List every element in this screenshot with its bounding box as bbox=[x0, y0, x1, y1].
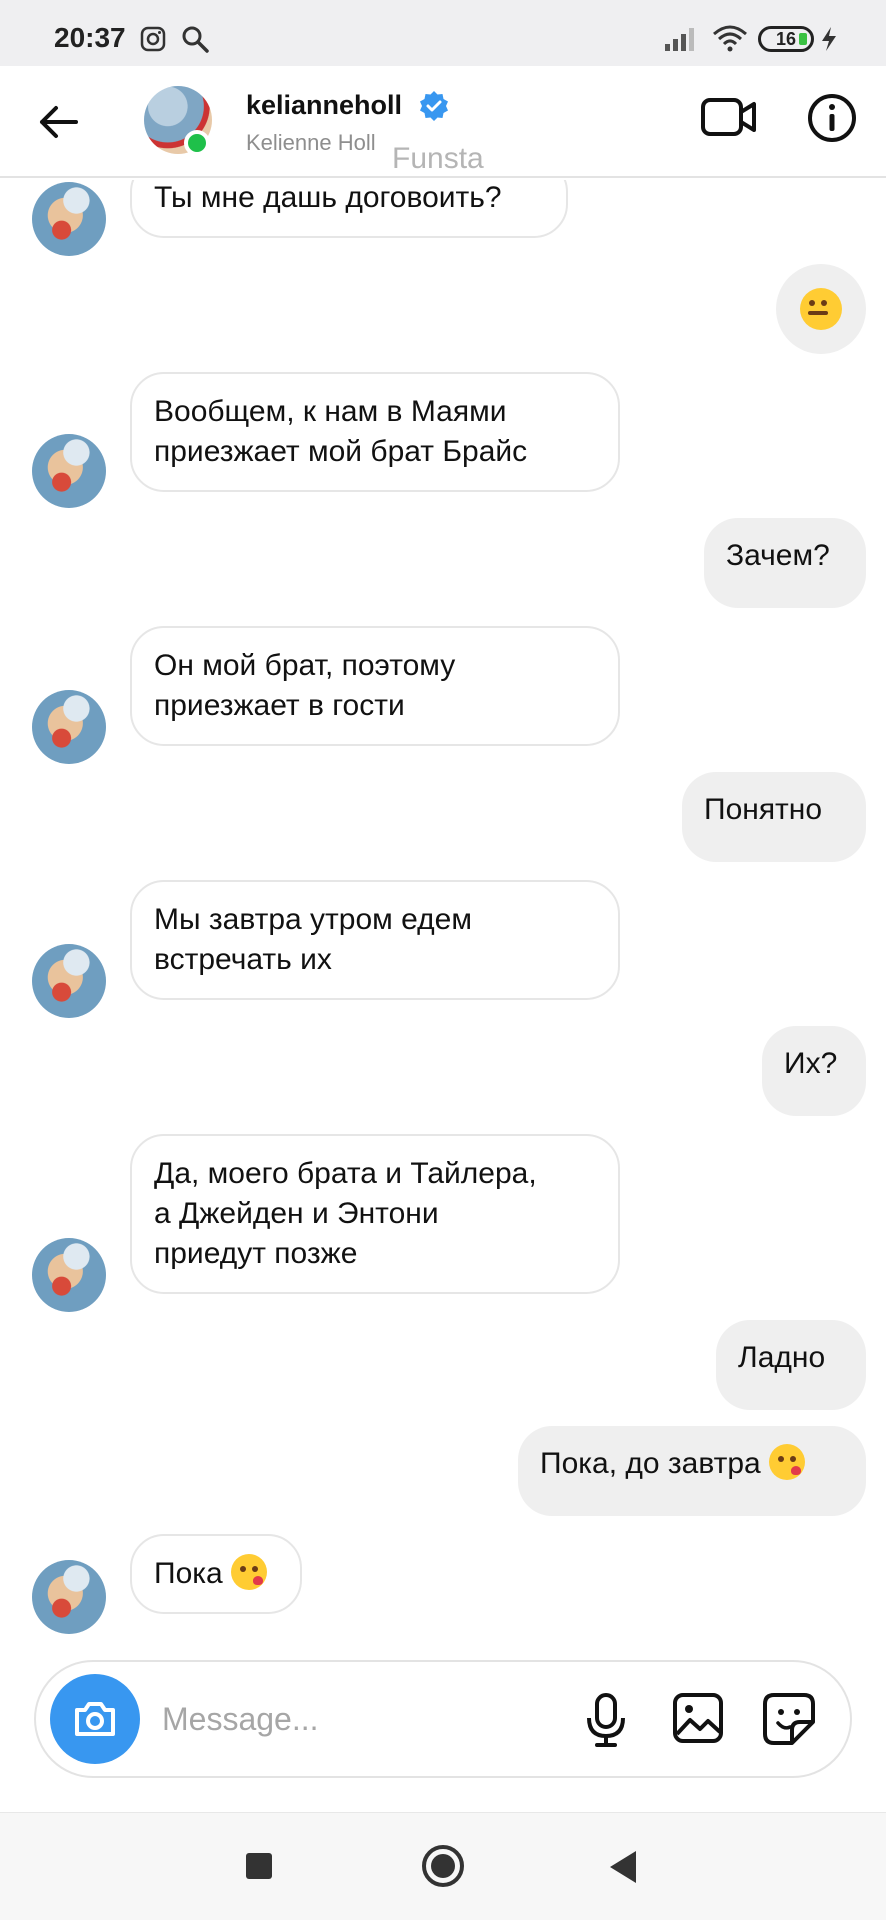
gallery-icon[interactable] bbox=[672, 1692, 724, 1749]
watermark: Funsta bbox=[392, 142, 484, 175]
info-icon[interactable] bbox=[806, 92, 858, 149]
video-call-icon[interactable] bbox=[700, 92, 758, 147]
signal-icon bbox=[664, 26, 700, 57]
message-bubble-incoming[interactable]: Ты мне дашь договоить? bbox=[130, 180, 568, 238]
verified-badge-icon bbox=[418, 90, 450, 127]
status-bar: 20:37 16 bbox=[0, 0, 886, 66]
message-bubble-incoming[interactable]: Он мой брат, поэтому приезжает в гости bbox=[130, 626, 620, 746]
message-text: Ты мне дашь договоить? bbox=[154, 181, 502, 214]
sender-avatar[interactable] bbox=[32, 434, 106, 508]
wifi-icon bbox=[712, 24, 748, 57]
message-bubble-outgoing[interactable]: Зачем? bbox=[704, 518, 866, 608]
message-text: Ладно bbox=[738, 1341, 826, 1374]
message-text-line: Вообщем, к нам в Маями bbox=[154, 395, 507, 428]
sender-avatar[interactable] bbox=[32, 1238, 106, 1312]
message-bubble-outgoing[interactable] bbox=[776, 264, 866, 354]
back-arrow-icon[interactable] bbox=[30, 94, 86, 150]
chat-header: kelianneholl Kelienne Holl Funsta bbox=[0, 66, 886, 178]
message-composer bbox=[34, 1660, 852, 1778]
message-text: Пока, до завтра bbox=[540, 1447, 761, 1480]
chat-full-name: Kelienne Holl bbox=[246, 130, 376, 155]
message-bubble-incoming[interactable]: Вообщем, к нам в Маями приезжает мой бра… bbox=[130, 372, 620, 492]
recents-button[interactable] bbox=[246, 1853, 272, 1879]
message-text: Понятно bbox=[704, 793, 823, 826]
message-text-line: Мы завтра утром едем bbox=[154, 903, 472, 936]
home-button[interactable] bbox=[422, 1845, 464, 1887]
sticker-icon[interactable] bbox=[762, 1692, 816, 1751]
message-bubble-outgoing[interactable]: Понятно bbox=[682, 772, 866, 862]
sender-avatar[interactable] bbox=[32, 1560, 106, 1634]
message-bubble-outgoing[interactable]: Ладно bbox=[716, 1320, 866, 1410]
message-input[interactable] bbox=[162, 1692, 562, 1746]
message-text-line: приезжает мой брат Брайс bbox=[154, 435, 528, 468]
message-text-line: приезжает в гости bbox=[154, 689, 405, 722]
message-bubble-incoming[interactable]: Мы завтра утром едем встречать их bbox=[130, 880, 620, 1000]
kissing-face-emoji-icon bbox=[231, 1554, 268, 1590]
status-time: 20:37 bbox=[54, 22, 126, 53]
charging-icon bbox=[820, 26, 838, 57]
message-bubble-outgoing[interactable]: Их? bbox=[762, 1026, 866, 1116]
message-text-line: приедут позже bbox=[154, 1237, 358, 1270]
zipper-mouth-emoji-icon bbox=[800, 288, 842, 330]
message-thread[interactable]: Ты мне дашь договоить? Вообщем, к нам в … bbox=[0, 180, 886, 1650]
message-text-line: Он мой брат, поэтому bbox=[154, 649, 456, 682]
camera-icon bbox=[75, 1702, 115, 1736]
message-text-line: а Джейден и Энтони bbox=[154, 1197, 439, 1230]
search-icon bbox=[180, 24, 210, 59]
online-status-dot bbox=[184, 130, 210, 156]
sender-avatar[interactable] bbox=[32, 182, 106, 256]
chat-username[interactable]: kelianneholl bbox=[246, 90, 402, 121]
message-text: Пока bbox=[154, 1557, 223, 1590]
message-text-line: Да, моего брата и Тайлера, bbox=[154, 1157, 537, 1190]
microphone-icon[interactable] bbox=[584, 1692, 628, 1753]
battery-icon: 16 bbox=[758, 26, 814, 52]
back-button[interactable] bbox=[610, 1851, 636, 1883]
message-bubble-incoming[interactable]: Пока bbox=[130, 1534, 302, 1614]
message-text-line: встречать их bbox=[154, 943, 332, 976]
system-nav-bar bbox=[0, 1812, 886, 1920]
instagram-icon bbox=[140, 26, 166, 57]
kissing-face-emoji-icon bbox=[769, 1444, 806, 1480]
sender-avatar[interactable] bbox=[32, 944, 106, 1018]
message-text: Их? bbox=[784, 1047, 838, 1080]
sender-avatar[interactable] bbox=[32, 690, 106, 764]
message-text: Зачем? bbox=[726, 539, 830, 572]
camera-button[interactable] bbox=[50, 1674, 140, 1764]
message-bubble-outgoing[interactable]: Пока, до завтра bbox=[518, 1426, 866, 1516]
message-bubble-incoming[interactable]: Да, моего брата и Тайлера, а Джейден и Э… bbox=[130, 1134, 620, 1294]
